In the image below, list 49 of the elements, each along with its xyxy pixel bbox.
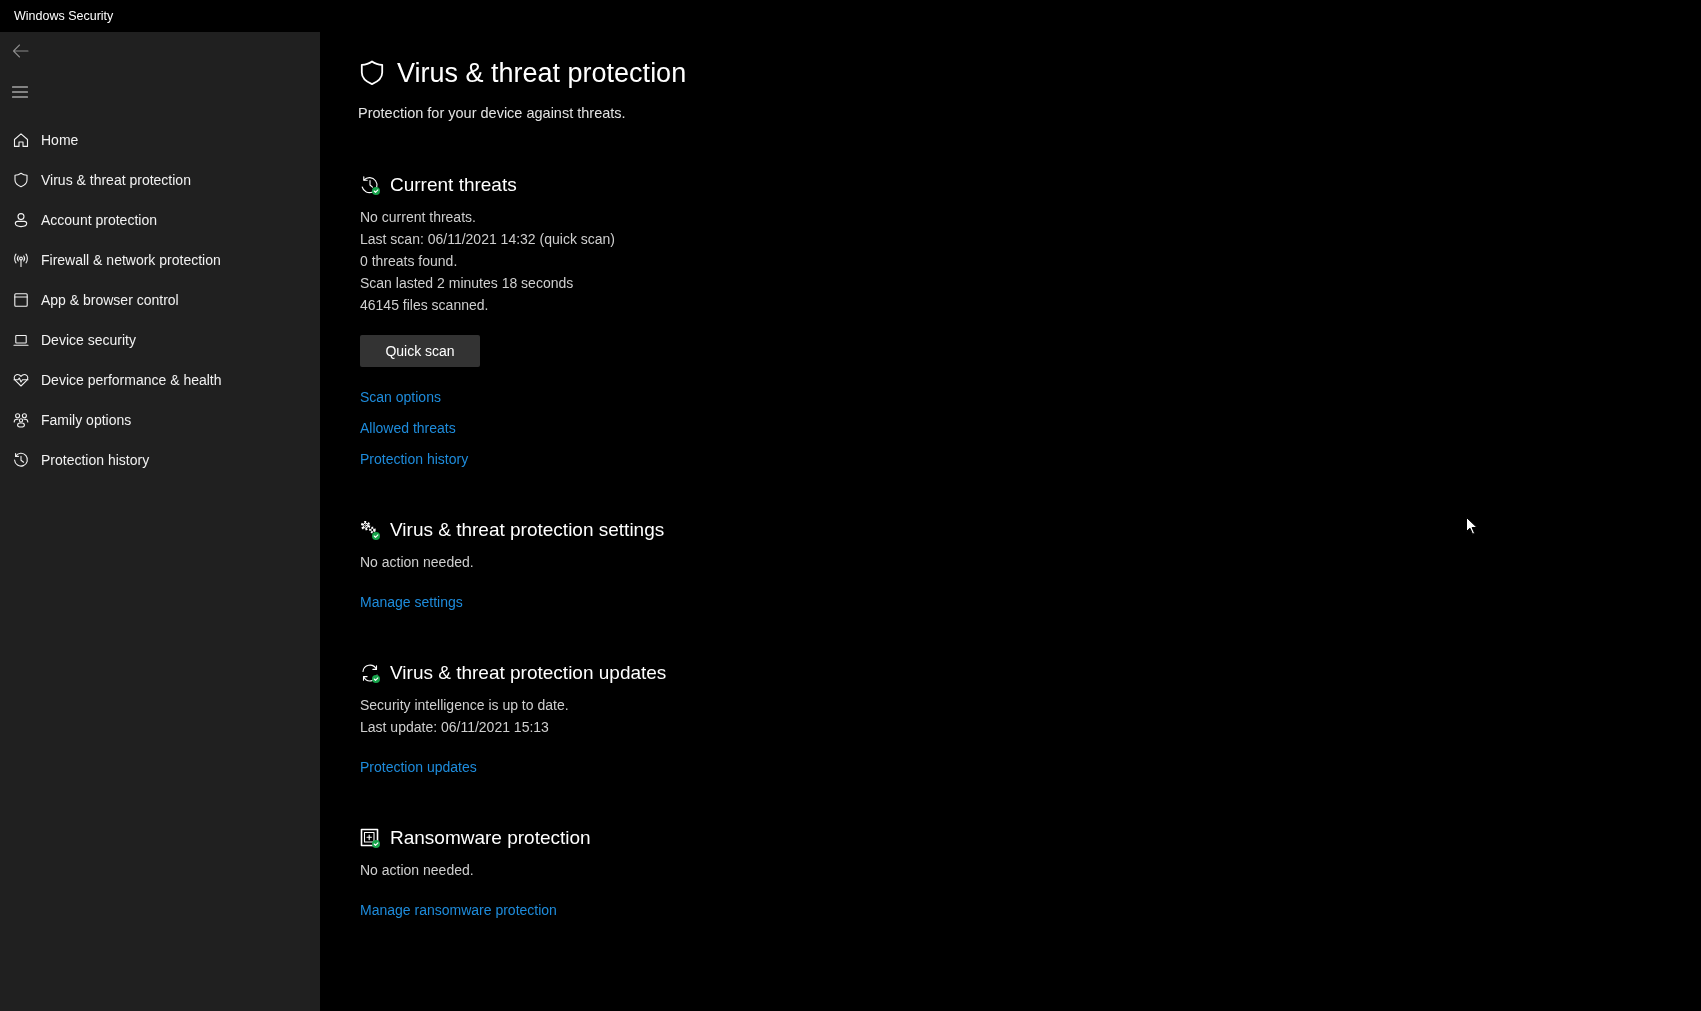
home-icon xyxy=(13,132,29,148)
status-text: No current threats. xyxy=(360,208,476,227)
section-title: Ransomware protection xyxy=(390,826,591,850)
clock-check-icon xyxy=(360,175,380,195)
person-icon xyxy=(13,212,29,228)
family-icon xyxy=(13,412,29,428)
link[interactable]: Protection updates xyxy=(360,757,477,777)
status-text: 0 threats found. xyxy=(360,252,458,271)
status-text: Last scan: 06/11/2021 14:32 (quick scan) xyxy=(360,230,615,249)
window-icon xyxy=(13,292,29,308)
action-button[interactable]: Quick scan xyxy=(360,335,480,367)
nav-item[interactable]: Protection history xyxy=(0,440,150,480)
link[interactable]: Allowed threats xyxy=(360,418,456,438)
link[interactable]: Manage ransomware protection xyxy=(360,900,557,920)
nav-item[interactable]: Account protection xyxy=(0,200,157,240)
heart-pulse-icon xyxy=(13,372,29,388)
safe-check-icon xyxy=(360,828,380,848)
page-subtitle: Protection for your device against threats. xyxy=(358,104,626,123)
page-title: Virus & threat protection xyxy=(397,58,687,88)
antenna-icon xyxy=(13,252,29,268)
status-text: 46145 files scanned. xyxy=(360,296,489,315)
menu-icon xyxy=(12,86,28,98)
nav-item[interactable]: Family options xyxy=(0,400,132,440)
link[interactable]: Scan options xyxy=(360,387,441,407)
laptop-icon xyxy=(13,332,29,348)
status-text: Scan lasted 2 minutes 18 seconds xyxy=(360,274,574,293)
back-arrow-icon xyxy=(11,44,29,58)
section-title: Virus & threat protection settings xyxy=(390,518,665,542)
section-title: Virus & threat protection updates xyxy=(390,661,667,685)
shield-icon xyxy=(360,60,384,86)
link[interactable]: Protection history xyxy=(360,449,469,469)
nav-item[interactable]: Virus & threat protection xyxy=(0,160,191,200)
nav-item[interactable]: App & browser control xyxy=(0,280,179,320)
shield-icon xyxy=(13,172,29,188)
nav-item[interactable]: Firewall & network protection xyxy=(0,240,221,280)
status-text: No action needed. xyxy=(360,861,474,880)
nav-item[interactable]: Device performance & health xyxy=(0,360,222,400)
refresh-check-icon xyxy=(360,663,380,683)
clock-history-icon xyxy=(13,452,29,468)
status-text: Last update: 06/11/2021 15:13 xyxy=(360,718,549,737)
mouse-pointer-icon xyxy=(1466,517,1478,535)
gears-check-icon xyxy=(360,520,380,540)
nav-item[interactable]: Home xyxy=(0,120,79,160)
section-title: Current threats xyxy=(390,173,517,197)
status-text: No action needed. xyxy=(360,553,474,572)
status-text: Security intelligence is up to date. xyxy=(360,696,569,715)
nav-item[interactable]: Device security xyxy=(0,320,136,360)
window-title: Windows Security xyxy=(14,7,114,25)
link[interactable]: Manage settings xyxy=(360,592,463,612)
